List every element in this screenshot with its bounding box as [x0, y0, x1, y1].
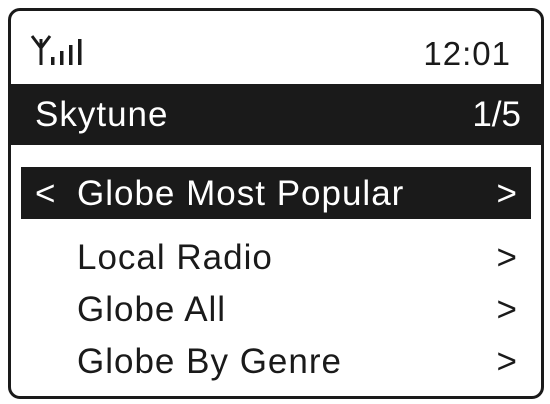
chevron-right-icon: >	[496, 342, 517, 381]
menu-item-globe-most-popular[interactable]: < Globe Most Popular >	[21, 167, 531, 219]
clock: 12:01	[423, 35, 511, 72]
menu-item-label: Globe All	[77, 290, 227, 329]
chevron-right-icon: >	[496, 290, 517, 329]
menu-item-globe-all[interactable]: Globe All >	[21, 283, 531, 335]
chevron-right-icon: >	[496, 238, 517, 277]
menu-item-local-radio[interactable]: Local Radio >	[21, 231, 531, 283]
radio-display: 12:01 Skytune 1/5 < Globe Most Popular >…	[8, 8, 544, 399]
signal-strength-icon	[30, 35, 82, 65]
title-bar: Skytune 1/5	[11, 84, 541, 145]
page-indicator: 1/5	[472, 95, 521, 134]
menu-item-label: Local Radio	[77, 238, 273, 277]
menu-item-label: Globe By Genre	[77, 342, 342, 381]
menu-item-globe-by-genre[interactable]: Globe By Genre >	[21, 335, 531, 387]
page-title: Skytune	[35, 95, 169, 134]
menu-item-label: Globe Most Popular	[77, 174, 405, 213]
back-arrow-icon[interactable]: <	[35, 174, 55, 214]
chevron-right-icon: >	[496, 174, 517, 213]
